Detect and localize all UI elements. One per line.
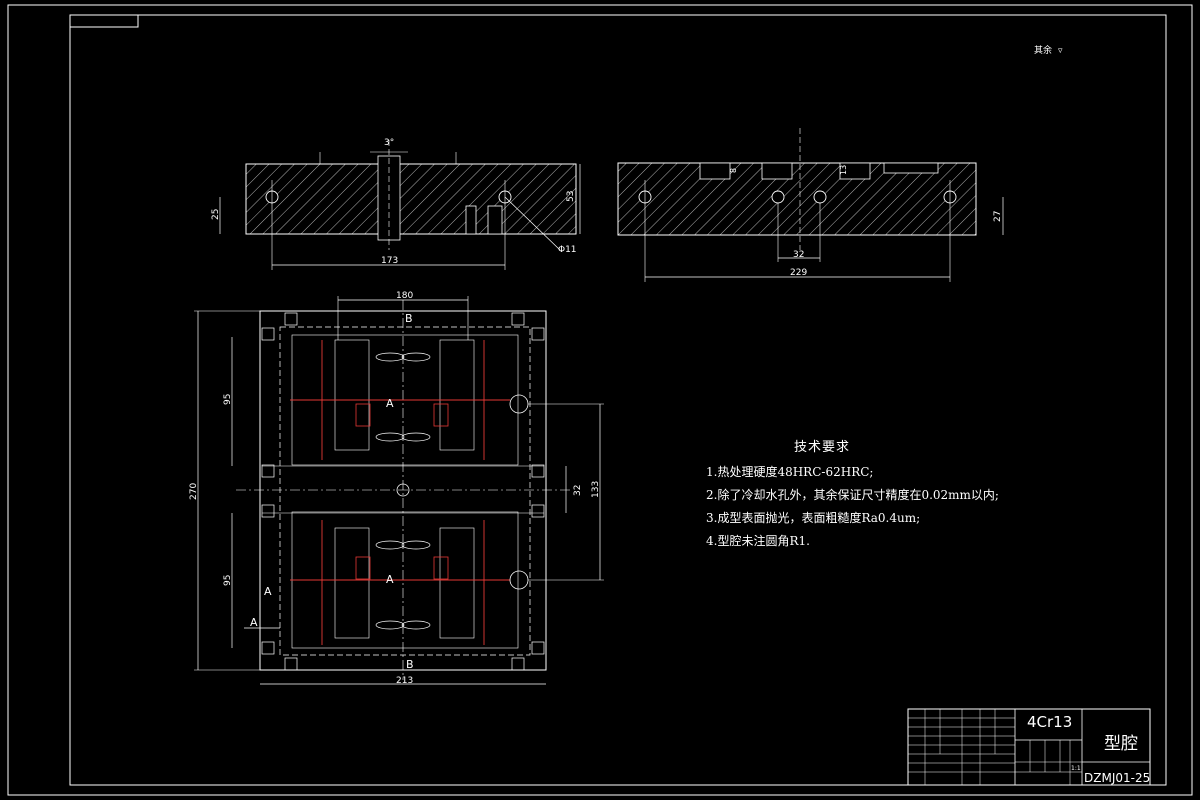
dim-plan-lower: 95 — [223, 575, 233, 586]
dim-left-height: 53 — [566, 191, 576, 202]
inner-frame — [69, 14, 1167, 786]
dim-plan-right-outer: 133 — [591, 481, 601, 498]
technical-requirement-item: 2.除了冷却水孔外，其余保证尺寸精度在0.02mm以内; — [706, 488, 999, 502]
drawing-canvas: 其余 ▿ 3° 53 25 173 Φ11 8 13 27 32 229 180… — [7, 4, 1193, 796]
dim-plan-upper: 95 — [223, 394, 233, 405]
dim-right-spacing: 32 — [793, 250, 804, 260]
section-label-b-top: B — [405, 312, 413, 325]
section-label-a-left-b: A — [250, 616, 258, 629]
dim-plan-height: 270 — [189, 483, 199, 500]
surface-note: 其余 — [1034, 44, 1052, 56]
section-label-b-bottom: B — [406, 658, 414, 671]
dim-plan-top-width: 180 — [396, 291, 413, 301]
technical-requirement-item: 4.型腔未注圆角R1. — [706, 534, 810, 548]
technical-requirement-item: 3.成型表面抛光，表面粗糙度Ra0.4um; — [706, 511, 921, 525]
title-material: 4Cr13 — [1027, 713, 1072, 731]
section-label-a-upper: A — [386, 397, 394, 410]
dim-right-small-b: 13 — [839, 165, 848, 175]
section-view-right — [617, 128, 1004, 282]
dim-right-height: 27 — [993, 211, 1003, 222]
title-scale: 1:1 — [1071, 765, 1081, 772]
dim-plan-right-inner: 32 — [573, 485, 583, 496]
section-view-left — [219, 140, 581, 270]
roughness-icon: ▿ — [1058, 46, 1063, 56]
dim-right-small-a: 8 — [729, 168, 738, 173]
outer-frame — [7, 4, 1193, 796]
corner-code-box — [69, 14, 139, 28]
dim-plan-bottom-width: 213 — [396, 676, 413, 686]
title-drawing-number: DZMJ01-25 — [1084, 771, 1150, 785]
dim-right-length: 229 — [790, 268, 807, 278]
section-label-a-left-a: A — [264, 585, 272, 598]
dim-left-hole-height: 25 — [211, 209, 221, 220]
technical-requirements-title: 技术要求 — [794, 440, 851, 455]
technical-requirements: 技术要求 1.热处理硬度48HRC-62HRC; 2.除了冷却水孔外，其余保证尺… — [706, 436, 999, 553]
dim-hole-diameter: Φ11 — [558, 245, 577, 255]
title-part-name: 型腔 — [1104, 734, 1138, 754]
dim-angle: 3° — [384, 138, 394, 148]
dim-left-length: 173 — [381, 256, 398, 266]
technical-requirement-item: 1.热处理硬度48HRC-62HRC; — [706, 465, 874, 479]
section-label-a-lower: A — [386, 573, 394, 586]
